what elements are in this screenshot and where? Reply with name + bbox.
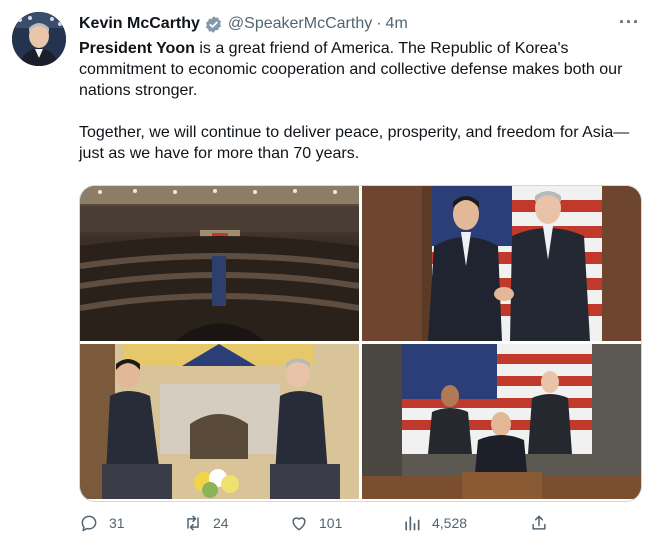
like-button[interactable]: 101 <box>289 513 342 533</box>
tweet-header: Kevin McCarthy @SpeakerMcCarthy · 4m <box>79 13 642 35</box>
tweet-paragraph-2: Together, we will continue to deliver pe… <box>79 124 630 162</box>
media-grid <box>79 185 642 502</box>
views-count: 4,528 <box>432 515 468 531</box>
mention-president-yoon: President Yoon <box>79 40 195 57</box>
avatar[interactable] <box>12 12 66 66</box>
more-options-icon[interactable]: ··· <box>619 12 640 33</box>
seated-meeting-photo[interactable] <box>80 344 359 499</box>
author-handle[interactable]: @SpeakerMcCarthy <box>228 15 372 33</box>
handshake-photo[interactable] <box>362 186 641 341</box>
author-name[interactable]: Kevin McCarthy <box>79 15 200 33</box>
tweet-text: President Yoon is a great friend of Amer… <box>79 38 644 164</box>
separator-dot: · <box>376 15 382 32</box>
tweet-actions: 31 24 101 4,528 <box>79 513 549 535</box>
house-chamber-photo[interactable] <box>80 186 359 341</box>
tweet-card: Kevin McCarthy @SpeakerMcCarthy · 4m ···… <box>0 0 658 547</box>
share-icon <box>532 515 546 530</box>
reply-count: 31 <box>109 515 125 531</box>
retweet-icon <box>187 515 199 531</box>
reply-button[interactable]: 31 <box>79 513 125 533</box>
retweet-button[interactable]: 24 <box>183 513 229 533</box>
heart-icon <box>292 517 306 531</box>
share-button[interactable] <box>529 513 559 533</box>
retweet-count: 24 <box>213 515 229 531</box>
views-chart-icon <box>405 516 420 531</box>
tweet-paragraph-1: President Yoon is a great friend of Amer… <box>79 38 644 101</box>
verified-badge-icon <box>204 15 223 34</box>
reply-icon <box>81 515 97 532</box>
like-count: 101 <box>319 515 343 531</box>
views-button[interactable]: 4,528 <box>402 513 467 533</box>
address-congress-photo[interactable] <box>362 344 641 499</box>
tweet-timestamp[interactable]: 4m <box>386 15 408 33</box>
